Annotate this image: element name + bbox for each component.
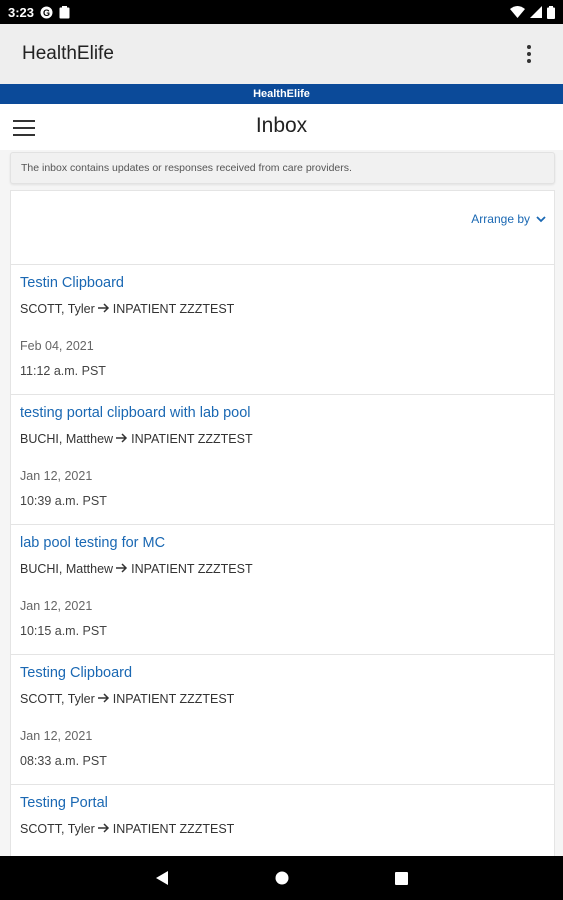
message-from: BUCHI, Matthew	[20, 432, 114, 446]
page-header: Inbox	[0, 104, 563, 150]
message-to: INPATIENT ZZZTEST	[112, 822, 235, 836]
arrow-right-icon	[97, 302, 110, 316]
wifi-icon	[510, 6, 525, 18]
message-from: BUCHI, Matthew	[20, 562, 114, 576]
message-date: Jan 12, 2021	[20, 469, 93, 483]
home-icon[interactable]	[272, 868, 292, 888]
app-bar: HealthElife	[0, 24, 563, 84]
message-route: SCOTT, Tyler INPATIENT ZZZTEST	[20, 692, 545, 706]
battery-icon	[547, 5, 555, 19]
arrange-by-button[interactable]: Arrange by	[471, 212, 546, 226]
arrange-by-label: Arrange by	[471, 212, 530, 226]
message-title[interactable]: Testin Clipboard	[20, 274, 545, 292]
arrow-right-icon	[116, 432, 128, 446]
message-title[interactable]: Testing Portal	[20, 794, 545, 812]
list-item[interactable]: Testing Clipboard SCOTT, Tyler INPATIENT…	[11, 654, 554, 784]
list-item[interactable]: Testing Portal SCOTT, Tyler INPATIENT ZZ…	[11, 784, 554, 856]
message-list: Testin Clipboard SCOTT, Tyler INPATIENT …	[11, 264, 554, 856]
inbox-card: Arrange by Testin Clipboard SCOTT, Tyler…	[10, 190, 555, 856]
message-from: SCOTT, Tyler	[20, 302, 95, 316]
status-time: 3:23	[8, 4, 35, 20]
message-to: INPATIENT ZZZTEST	[131, 562, 253, 576]
content-area: Inbox The inbox contains updates or resp…	[0, 104, 563, 856]
info-banner: The inbox contains updates or responses …	[10, 152, 555, 184]
message-title[interactable]: testing portal clipboard with lab pool	[20, 404, 545, 422]
status-bar: 3:23 G	[0, 0, 563, 24]
message-from: SCOTT, Tyler	[20, 692, 95, 706]
list-item[interactable]: testing portal clipboard with lab pool B…	[11, 394, 554, 524]
message-from: SCOTT, Tyler	[20, 822, 95, 836]
message-time: 08:33 a.m. PST	[20, 754, 107, 768]
message-time: 10:39 a.m. PST	[20, 494, 107, 508]
message-route: SCOTT, Tyler INPATIENT ZZZTEST	[20, 302, 545, 316]
chevron-down-icon	[536, 215, 546, 223]
clipboard-icon	[59, 5, 70, 19]
message-date: Jan 12, 2021	[20, 729, 93, 743]
message-title[interactable]: lab pool testing for MC	[20, 534, 545, 552]
message-to: INPATIENT ZZZTEST	[112, 302, 235, 316]
signal-icon	[530, 6, 542, 18]
google-icon: G	[40, 6, 53, 19]
brand-strip: HealthElife	[0, 84, 563, 104]
message-to: INPATIENT ZZZTEST	[112, 692, 235, 706]
message-route: SCOTT, Tyler INPATIENT ZZZTEST	[20, 822, 545, 836]
page-title: Inbox	[255, 114, 308, 137]
system-nav-bar	[0, 856, 563, 900]
back-icon[interactable]	[152, 868, 172, 888]
app-title: HealthElife	[22, 43, 114, 64]
message-title[interactable]: Testing Clipboard	[20, 664, 545, 682]
arrow-right-icon	[97, 822, 110, 836]
recents-icon[interactable]	[392, 868, 412, 888]
message-time: 10:15 a.m. PST	[20, 624, 107, 638]
message-date: Feb 04, 2021	[20, 339, 94, 353]
list-item[interactable]: Testin Clipboard SCOTT, Tyler INPATIENT …	[11, 264, 554, 394]
more-vert-icon[interactable]	[517, 39, 541, 69]
message-time: 11:12 a.m. PST	[20, 364, 106, 378]
message-to: INPATIENT ZZZTEST	[131, 432, 253, 446]
arrow-right-icon	[97, 692, 110, 706]
message-route: BUCHI, Matthew INPATIENT ZZZTEST	[20, 432, 545, 446]
message-route: BUCHI, Matthew INPATIENT ZZZTEST	[20, 562, 545, 576]
message-date: Jan 12, 2021	[20, 599, 93, 613]
arrow-right-icon	[116, 562, 128, 576]
svg-text:G: G	[43, 8, 50, 18]
list-item[interactable]: lab pool testing for MC BUCHI, Matthew I…	[11, 524, 554, 654]
